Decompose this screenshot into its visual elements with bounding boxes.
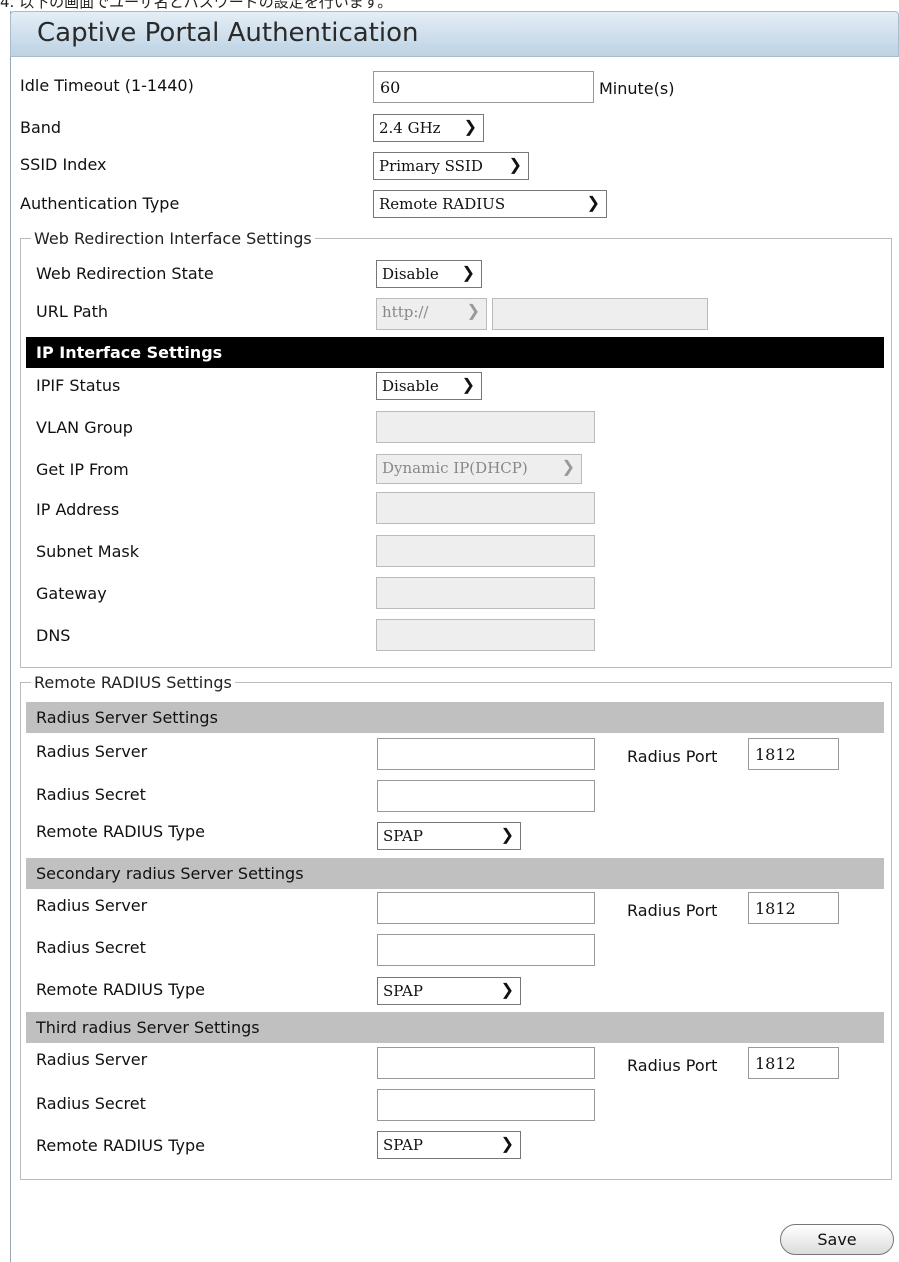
third-radius-port-input[interactable]: 1812 bbox=[748, 1047, 839, 1079]
remote-radius-type-select[interactable]: SPAP ❯ bbox=[377, 822, 521, 850]
gateway-label: Gateway bbox=[36, 584, 107, 603]
third-radius-server-header: Third radius Server Settings bbox=[26, 1012, 884, 1043]
intro-text: 4. 以下の画面でユーザ名とパスワードの設定を行います。 bbox=[0, 0, 393, 11]
subnet-mask-label: Subnet Mask bbox=[36, 542, 140, 561]
secondary-remote-radius-type-label: Remote RADIUS Type bbox=[36, 980, 205, 999]
third-radius-port-label: Radius Port bbox=[627, 1056, 718, 1075]
ipif-status-value: Disable bbox=[382, 377, 439, 395]
remote-radius-legend: Remote RADIUS Settings bbox=[31, 673, 235, 692]
secondary-radius-secret-label: Radius Secret bbox=[36, 938, 146, 957]
chevron-down-icon: ❯ bbox=[500, 980, 514, 999]
ipif-status-select[interactable]: Disable ❯ bbox=[376, 372, 482, 400]
vlan-group-input[interactable] bbox=[376, 411, 595, 443]
chevron-down-icon: ❯ bbox=[586, 193, 600, 212]
band-select-value: 2.4 GHz bbox=[379, 119, 441, 137]
get-ip-from-label: Get IP From bbox=[36, 460, 129, 479]
ssid-index-select[interactable]: Primary SSID ❯ bbox=[373, 152, 529, 180]
radius-secret-input[interactable] bbox=[377, 780, 595, 812]
web-redirection-state-label: Web Redirection State bbox=[36, 264, 214, 283]
chevron-down-icon: ❯ bbox=[508, 155, 522, 174]
dns-input[interactable] bbox=[376, 619, 595, 651]
radius-secret-label: Radius Secret bbox=[36, 785, 146, 804]
secondary-remote-radius-type-value: SPAP bbox=[383, 982, 423, 1000]
dns-label: DNS bbox=[36, 626, 71, 645]
web-redirection-state-value: Disable bbox=[382, 265, 439, 283]
auth-type-select-value: Remote RADIUS bbox=[379, 195, 506, 213]
third-radius-server-input[interactable] bbox=[377, 1047, 595, 1079]
url-scheme-value: http:// bbox=[382, 303, 429, 321]
chevron-down-icon: ❯ bbox=[461, 263, 475, 282]
third-remote-radius-type-value: SPAP bbox=[383, 1136, 423, 1154]
auth-type-label: Authentication Type bbox=[20, 194, 180, 213]
radius-server-label: Radius Server bbox=[36, 742, 148, 761]
save-button[interactable]: Save bbox=[780, 1224, 894, 1255]
remote-radius-type-value: SPAP bbox=[383, 827, 423, 845]
chevron-down-icon: ❯ bbox=[561, 457, 575, 476]
third-radius-secret-input[interactable] bbox=[377, 1089, 595, 1121]
secondary-radius-server-label: Radius Server bbox=[36, 896, 148, 915]
remote-radius-type-label: Remote RADIUS Type bbox=[36, 822, 205, 841]
url-path-input[interactable] bbox=[492, 298, 708, 330]
web-redirection-legend: Web Redirection Interface Settings bbox=[31, 229, 315, 248]
ip-address-input[interactable] bbox=[376, 492, 595, 524]
secondary-radius-port-label: Radius Port bbox=[627, 901, 718, 920]
secondary-radius-server-header: Secondary radius Server Settings bbox=[26, 858, 884, 889]
ip-interface-header: IP Interface Settings bbox=[26, 337, 884, 368]
band-label: Band bbox=[20, 118, 62, 137]
ipif-status-label: IPIF Status bbox=[36, 376, 121, 395]
chevron-down-icon: ❯ bbox=[463, 117, 477, 136]
third-radius-secret-label: Radius Secret bbox=[36, 1094, 146, 1113]
third-remote-radius-type-select[interactable]: SPAP ❯ bbox=[377, 1131, 521, 1159]
ssid-index-label: SSID Index bbox=[20, 155, 107, 174]
band-select[interactable]: 2.4 GHz ❯ bbox=[373, 114, 484, 142]
url-path-label: URL Path bbox=[36, 302, 108, 321]
third-radius-server-label: Radius Server bbox=[36, 1050, 148, 1069]
idle-timeout-input[interactable]: 60 bbox=[373, 71, 594, 103]
radius-port-input[interactable]: 1812 bbox=[748, 738, 839, 770]
ssid-index-select-value: Primary SSID bbox=[379, 157, 483, 175]
get-ip-from-value: Dynamic IP(DHCP) bbox=[382, 459, 528, 477]
chevron-down-icon: ❯ bbox=[461, 375, 475, 394]
vlan-group-label: VLAN Group bbox=[36, 418, 133, 437]
radius-server-header: Radius Server Settings bbox=[26, 702, 884, 733]
chevron-down-icon: ❯ bbox=[466, 301, 480, 320]
radius-server-input[interactable] bbox=[377, 738, 595, 770]
get-ip-from-select[interactable]: Dynamic IP(DHCP) ❯ bbox=[376, 454, 582, 484]
radius-port-label: Radius Port bbox=[627, 747, 718, 766]
gateway-input[interactable] bbox=[376, 577, 595, 609]
chevron-down-icon: ❯ bbox=[500, 1134, 514, 1153]
secondary-radius-secret-input[interactable] bbox=[377, 934, 595, 966]
url-scheme-select[interactable]: http:// ❯ bbox=[376, 298, 487, 330]
chevron-down-icon: ❯ bbox=[500, 825, 514, 844]
secondary-radius-port-input[interactable]: 1812 bbox=[748, 892, 839, 924]
auth-type-select[interactable]: Remote RADIUS ❯ bbox=[373, 190, 607, 218]
idle-timeout-unit: Minute(s) bbox=[599, 79, 675, 98]
subnet-mask-input[interactable] bbox=[376, 535, 595, 567]
page-title: Captive Portal Authentication bbox=[10, 11, 899, 57]
ip-address-label: IP Address bbox=[36, 500, 120, 519]
secondary-remote-radius-type-select[interactable]: SPAP ❯ bbox=[377, 977, 521, 1005]
web-redirection-state-select[interactable]: Disable ❯ bbox=[376, 260, 482, 288]
idle-timeout-label: Idle Timeout (1-1440) bbox=[20, 76, 194, 95]
third-remote-radius-type-label: Remote RADIUS Type bbox=[36, 1136, 205, 1155]
secondary-radius-server-input[interactable] bbox=[377, 892, 595, 924]
